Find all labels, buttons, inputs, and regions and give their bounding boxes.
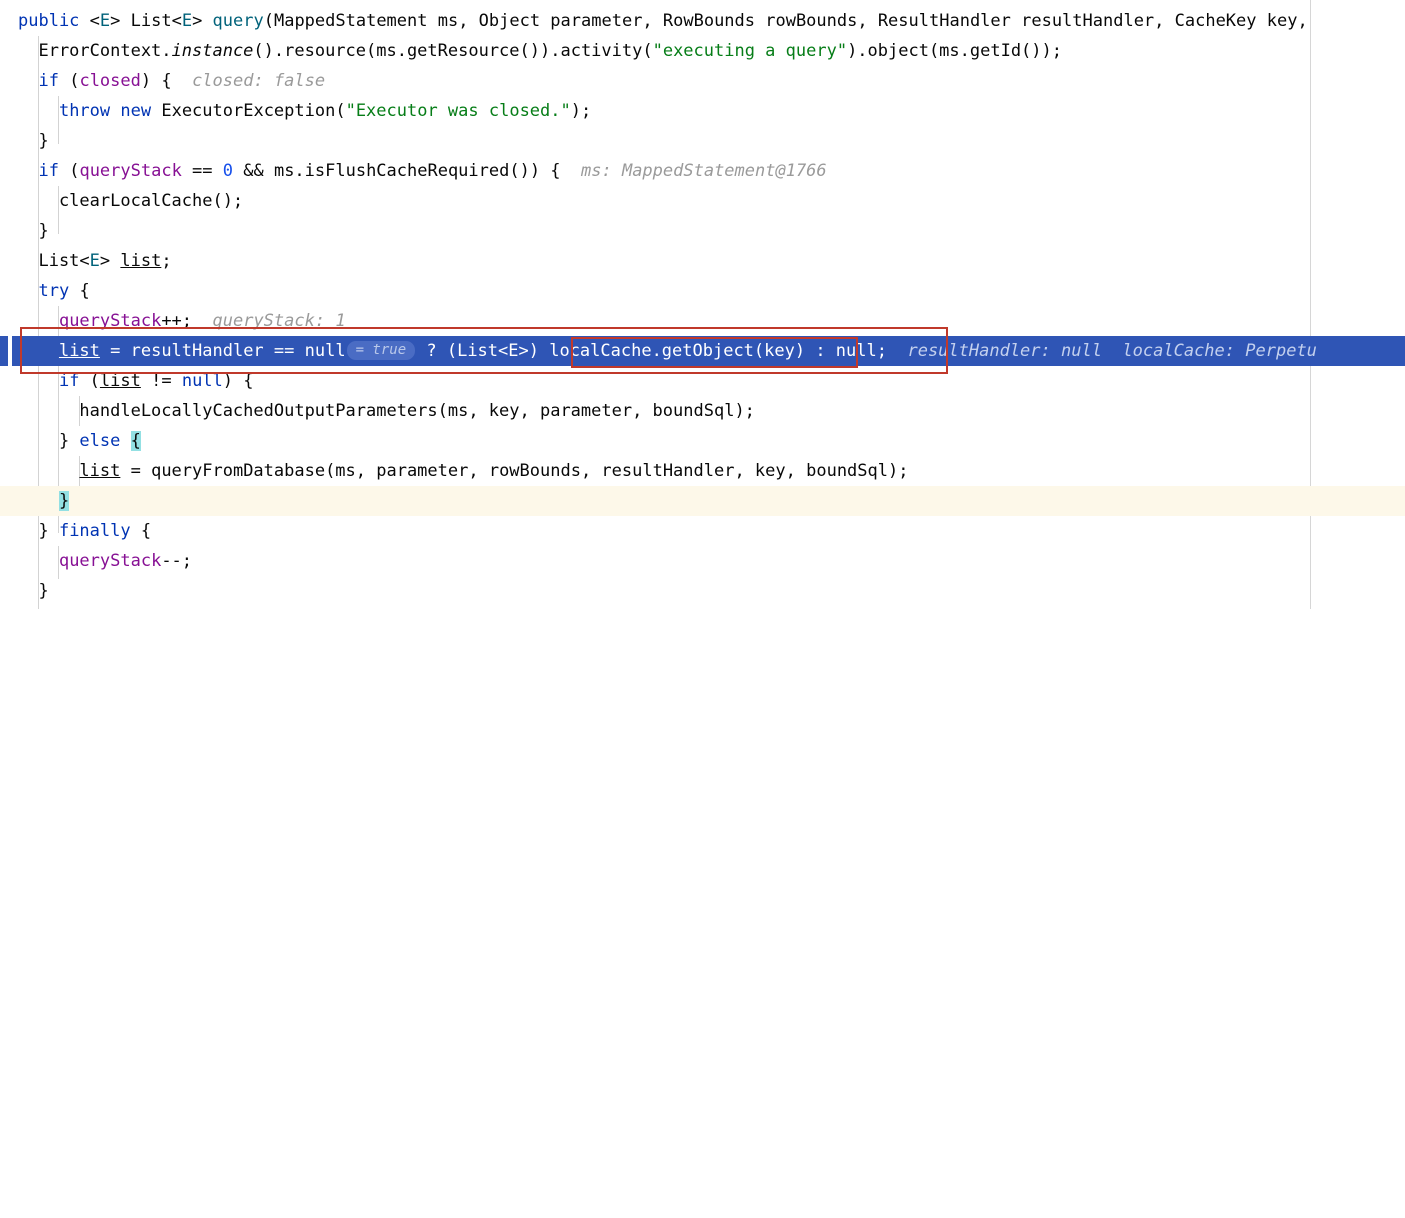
brace-match-open: { [130, 431, 141, 451]
inline-eval-pill: = true [346, 341, 416, 360]
code-line-finally[interactable]: } finally { [0, 516, 1405, 546]
code-line-exec-ternary[interactable]: list = resultHandler == null = true ? (Li… [0, 336, 1405, 366]
code-line-if-closed[interactable]: if (closed) { closed: false [0, 66, 1405, 96]
code-line-try[interactable]: try { [0, 276, 1405, 306]
code-editor[interactable]: { public <E> List<E> query(MappedStateme… [0, 0, 1405, 609]
inline-hint-ms: ms: MappedStatement@1766 [581, 161, 827, 181]
inline-hint-localcache-label: localCache: [1122, 341, 1236, 361]
inline-hint-localcache-value: Perpetu [1245, 341, 1317, 361]
code-line-close-brace-1[interactable]: } [0, 126, 1405, 156]
code-line-close-brace-4[interactable]: } [0, 576, 1405, 606]
code-line-else[interactable]: } else { [0, 426, 1405, 456]
code-line-signature[interactable]: public <E> List<E> query(MappedStatement… [0, 6, 1405, 36]
code-line-clearlocalcache[interactable]: clearLocalCache(); [0, 186, 1405, 216]
brace-match-close: } [58, 491, 70, 511]
code-line-querystack-dec[interactable]: queryStack--; [0, 546, 1405, 576]
inline-hint-resulthandler: resultHandler: null [907, 341, 1102, 361]
code-line-throw[interactable]: throw new ExecutorException("Executor wa… [0, 96, 1405, 126]
code-line-queryfromdatabase[interactable]: list = queryFromDatabase(ms, parameter, … [0, 456, 1405, 486]
code-line-close-brace-2[interactable]: } [0, 216, 1405, 246]
code-line-errorcontext[interactable]: ErrorContext.instance().resource(ms.getR… [0, 36, 1405, 66]
code-line-handle-cached[interactable]: handleLocallyCachedOutputParameters(ms, … [0, 396, 1405, 426]
clipped-code-fragment: { [18, 0, 28, 2]
inline-hint-closed: closed: false [192, 71, 326, 91]
code-line-declare-list[interactable]: List<E> list; [0, 246, 1405, 276]
code-line-close-brace-3[interactable]: } [0, 486, 1405, 516]
code-line-if-querystack[interactable]: if (queryStack == 0 && ms.isFlushCacheRe… [0, 156, 1405, 186]
inline-hint-querystack: queryStack: 1 [212, 311, 346, 331]
code-line-querystack-inc[interactable]: queryStack++; queryStack: 1 [0, 306, 1405, 336]
code-line-if-list-notnull[interactable]: if (list != null) { [0, 366, 1405, 396]
